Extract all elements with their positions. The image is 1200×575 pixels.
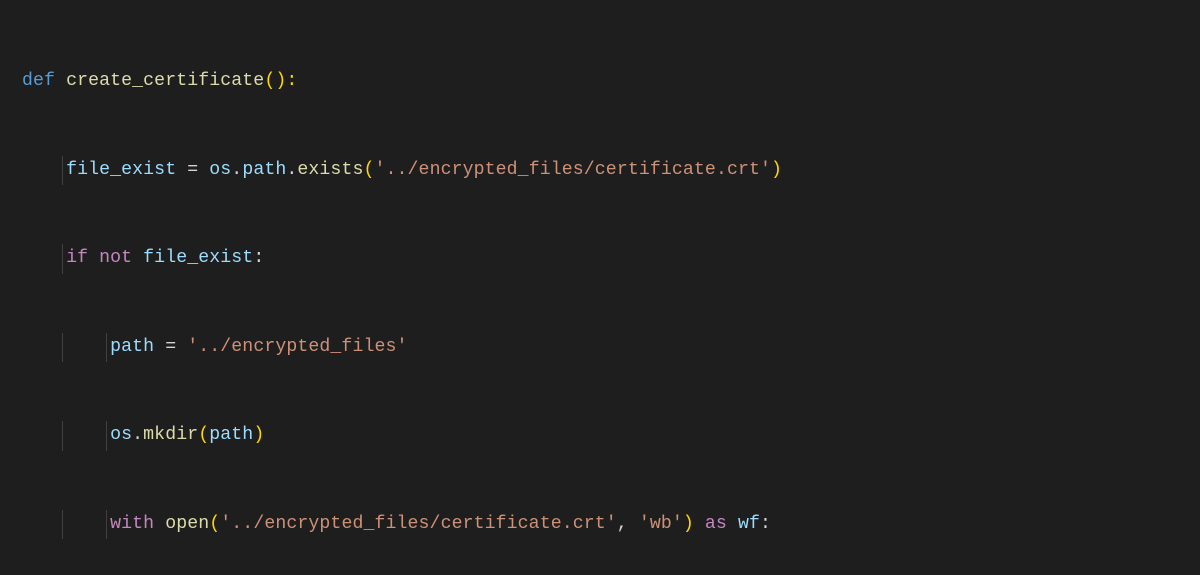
call-exists: exists bbox=[297, 160, 363, 180]
mod-os: os bbox=[110, 425, 132, 445]
func-name: create_certificate bbox=[66, 71, 264, 91]
punct: (): bbox=[264, 71, 297, 91]
code-line[interactable]: if not file_exist: bbox=[0, 244, 1200, 274]
keyword-as: as bbox=[694, 514, 738, 534]
string: 'wb' bbox=[639, 514, 683, 534]
call-open: open bbox=[165, 514, 209, 534]
string: '../encrypted_files' bbox=[187, 337, 407, 357]
arg: path bbox=[209, 425, 253, 445]
mod-os: os bbox=[209, 160, 231, 180]
string: '../encrypted_files/certificate.crt' bbox=[375, 160, 772, 180]
var-wf: wf bbox=[738, 514, 760, 534]
code-line[interactable]: path = '../encrypted_files' bbox=[0, 333, 1200, 363]
keyword-if: if bbox=[66, 248, 99, 268]
keyword-with: with bbox=[110, 514, 165, 534]
var: file_exist bbox=[143, 248, 253, 268]
code-line[interactable]: with open('../encrypted_files/certificat… bbox=[0, 510, 1200, 540]
op: = bbox=[176, 160, 209, 180]
attr-path: path bbox=[242, 160, 286, 180]
keyword-not: not bbox=[99, 248, 143, 268]
var: path bbox=[110, 337, 154, 357]
code-editor[interactable]: def create_certificate(): file_exist = o… bbox=[0, 0, 1200, 575]
string: '../encrypted_files/certificate.crt' bbox=[220, 514, 617, 534]
code-line[interactable]: def create_certificate(): bbox=[0, 67, 1200, 97]
code-line[interactable]: os.mkdir(path) bbox=[0, 421, 1200, 451]
var: file_exist bbox=[66, 160, 176, 180]
code-line[interactable]: file_exist = os.path.exists('../encrypte… bbox=[0, 156, 1200, 186]
keyword-def: def bbox=[22, 71, 66, 91]
call-mkdir: mkdir bbox=[143, 425, 198, 445]
